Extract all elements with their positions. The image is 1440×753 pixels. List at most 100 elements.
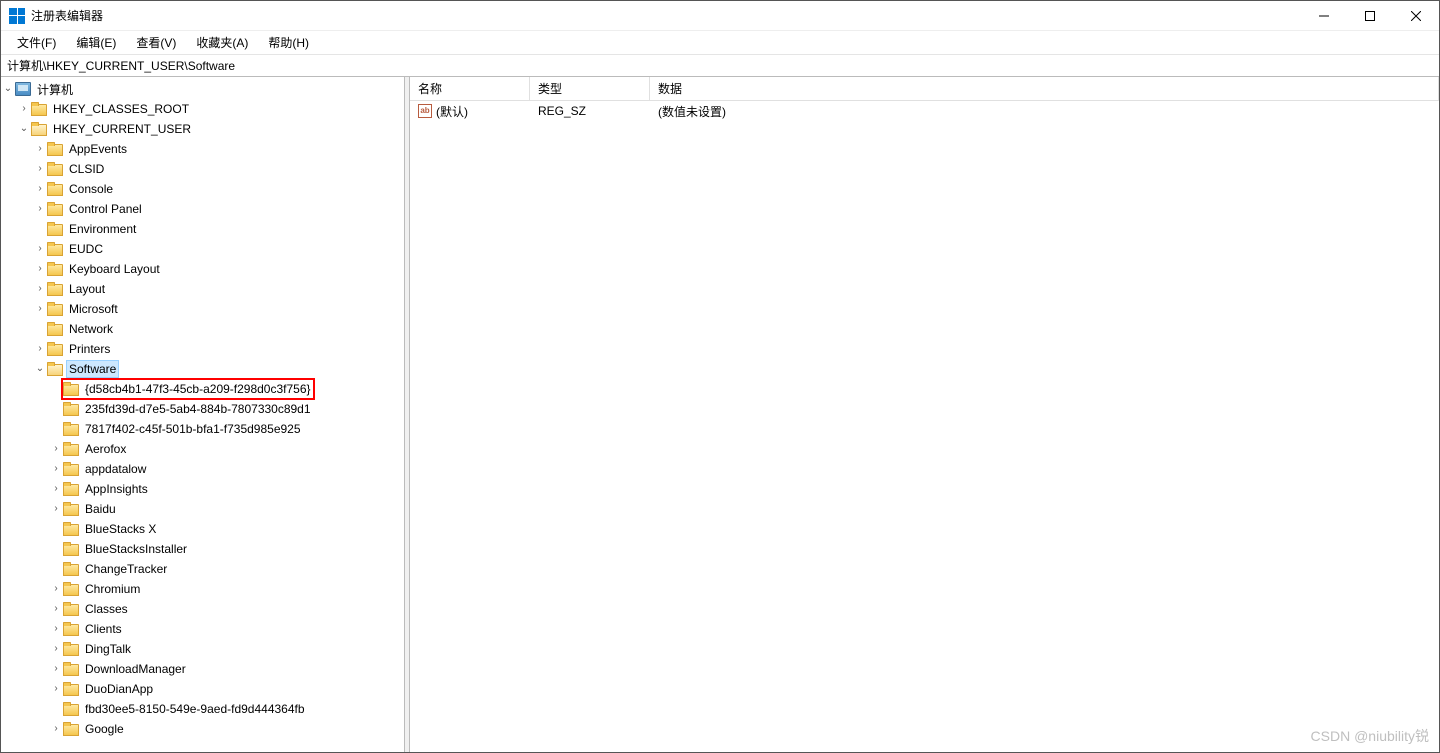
tree-item-label: DingTalk <box>83 641 133 657</box>
folder-icon <box>63 642 79 656</box>
tree-item-label: Google <box>83 721 126 737</box>
folder-icon <box>63 662 79 676</box>
computer-icon <box>15 82 31 96</box>
tree-item[interactable]: › Clients <box>1 619 404 639</box>
tree-item-label: Clients <box>83 621 124 637</box>
maximize-button[interactable] <box>1347 1 1393 30</box>
tree-item[interactable]: ›Baidu <box>1 499 404 519</box>
menu-favorites[interactable]: 收藏夹(A) <box>186 32 258 53</box>
column-data[interactable]: 数据 <box>650 77 1439 100</box>
tree-item-label: 计算机 <box>35 80 75 99</box>
string-value-icon: ab <box>418 104 432 118</box>
tree-item[interactable]: ›CLSID <box>1 159 404 179</box>
tree-item[interactable]: ›AppInsights <box>1 479 404 499</box>
expand-icon[interactable]: › <box>49 442 63 456</box>
tree-item[interactable]: ›Printers <box>1 339 404 359</box>
tree-item-label: {d58cb4b1-47f3-45cb-a209-f298d0c3f756} <box>83 381 313 397</box>
menu-edit[interactable]: 编辑(E) <box>66 32 126 53</box>
tree-item[interactable]: ›{d58cb4b1-47f3-45cb-a209-f298d0c3f756} <box>1 379 404 399</box>
expand-icon[interactable]: › <box>17 102 31 116</box>
tree-item[interactable]: › Console <box>1 179 404 199</box>
expand-icon[interactable]: › <box>33 342 47 356</box>
expand-icon[interactable]: › <box>49 602 63 616</box>
menu-view[interactable]: 查看(V) <box>126 32 186 53</box>
tree-item[interactable]: › EUDC <box>1 239 404 259</box>
tree-item[interactable]: › Aerofox <box>1 439 404 459</box>
folder-icon <box>47 282 63 296</box>
tree-item[interactable]: ›Network <box>1 319 404 339</box>
tree-item[interactable]: ›AppEvents <box>1 139 404 159</box>
collapse-icon[interactable]: ⌄ <box>33 362 47 376</box>
address-input[interactable] <box>7 59 1439 73</box>
folder-icon <box>47 342 63 356</box>
tree-item[interactable]: ›Chromium <box>1 579 404 599</box>
expand-icon[interactable]: › <box>49 662 63 676</box>
tree-item[interactable]: ›235fd39d-d7e5-5ab4-884b-7807330c89d1 <box>1 399 404 419</box>
tree-item[interactable]: ›Microsoft <box>1 299 404 319</box>
tree-item-label: Aerofox <box>83 441 128 457</box>
tree-item[interactable]: › DingTalk <box>1 639 404 659</box>
folder-icon <box>47 322 63 336</box>
expand-icon[interactable]: › <box>33 202 47 216</box>
tree-item[interactable]: ›7817f402-c45f-501b-bfa1-f735d985e925 <box>1 419 404 439</box>
tree-item[interactable]: ›BlueStacksInstaller <box>1 539 404 559</box>
expand-icon[interactable]: › <box>33 242 47 256</box>
folder-icon <box>63 522 79 536</box>
expand-icon[interactable]: › <box>49 502 63 516</box>
tree-item[interactable]: ›HKEY_CLASSES_ROOT <box>1 99 404 119</box>
expand-icon[interactable]: › <box>49 462 63 476</box>
expand-icon[interactable]: › <box>33 282 47 296</box>
value-type: REG_SZ <box>530 104 650 118</box>
folder-icon <box>63 482 79 496</box>
value-row[interactable]: ab(默认)REG_SZ(数值未设置) <box>410 101 1439 121</box>
tree-item[interactable]: ⌄HKEY_CURRENT_USER <box>1 119 404 139</box>
expand-icon[interactable]: › <box>49 722 63 736</box>
expand-icon[interactable]: › <box>33 182 47 196</box>
tree-item[interactable]: ⌄ 计算机 <box>1 79 404 99</box>
collapse-icon[interactable]: ⌄ <box>17 122 31 136</box>
expand-icon[interactable]: › <box>33 142 47 156</box>
folder-icon <box>47 222 63 236</box>
tree-item[interactable]: ›ChangeTracker <box>1 559 404 579</box>
tree-item-label: DuoDianApp <box>83 681 155 697</box>
tree-item[interactable]: ›Layout <box>1 279 404 299</box>
tree-item-label: Classes <box>83 601 130 617</box>
tree-item[interactable]: › DuoDianApp <box>1 679 404 699</box>
expand-icon[interactable]: › <box>49 642 63 656</box>
expand-icon[interactable]: › <box>33 262 47 276</box>
menu-help[interactable]: 帮助(H) <box>258 32 319 53</box>
expand-icon[interactable]: › <box>33 162 47 176</box>
tree-item[interactable]: ›Environment <box>1 219 404 239</box>
collapse-icon[interactable]: ⌄ <box>1 82 15 96</box>
tree-item[interactable]: ›DownloadManager <box>1 659 404 679</box>
column-type[interactable]: 类型 <box>530 77 650 100</box>
expand-icon[interactable]: › <box>49 622 63 636</box>
tree-panel[interactable]: ⌄ 计算机›HKEY_CLASSES_ROOT⌄HKEY_CURRENT_USER… <box>1 77 405 752</box>
expand-icon[interactable]: › <box>49 682 63 696</box>
column-headers: 名称 类型 数据 <box>410 77 1439 101</box>
menu-file[interactable]: 文件(F) <box>7 32 66 53</box>
tree-item[interactable]: ›BlueStacks X <box>1 519 404 539</box>
expand-icon[interactable]: › <box>49 582 63 596</box>
tree-item[interactable]: ⌄ Software <box>1 359 404 379</box>
tree-item[interactable]: ›appdatalow <box>1 459 404 479</box>
tree-item-label: BlueStacksInstaller <box>83 541 189 557</box>
expand-icon[interactable]: › <box>33 302 47 316</box>
tree-item-label: EUDC <box>67 241 105 257</box>
tree-item[interactable]: › Classes <box>1 599 404 619</box>
minimize-button[interactable] <box>1301 1 1347 30</box>
column-name[interactable]: 名称 <box>410 77 530 100</box>
tree-item-label: Software <box>67 361 118 377</box>
expand-icon[interactable]: › <box>49 482 63 496</box>
tree-item[interactable]: ›Control Panel <box>1 199 404 219</box>
tree-item-label: Console <box>67 181 115 197</box>
folder-icon <box>63 722 79 736</box>
value-data: (数值未设置) <box>650 103 1439 120</box>
tree-item[interactable]: › Google <box>1 719 404 739</box>
tree-item-label: 235fd39d-d7e5-5ab4-884b-7807330c89d1 <box>83 401 313 417</box>
folder-icon <box>47 242 63 256</box>
tree-item[interactable]: ›Keyboard Layout <box>1 259 404 279</box>
close-button[interactable] <box>1393 1 1439 30</box>
folder-icon <box>63 382 79 396</box>
tree-item[interactable]: ›fbd30ee5-8150-549e-9aed-fd9d444364fb <box>1 699 404 719</box>
